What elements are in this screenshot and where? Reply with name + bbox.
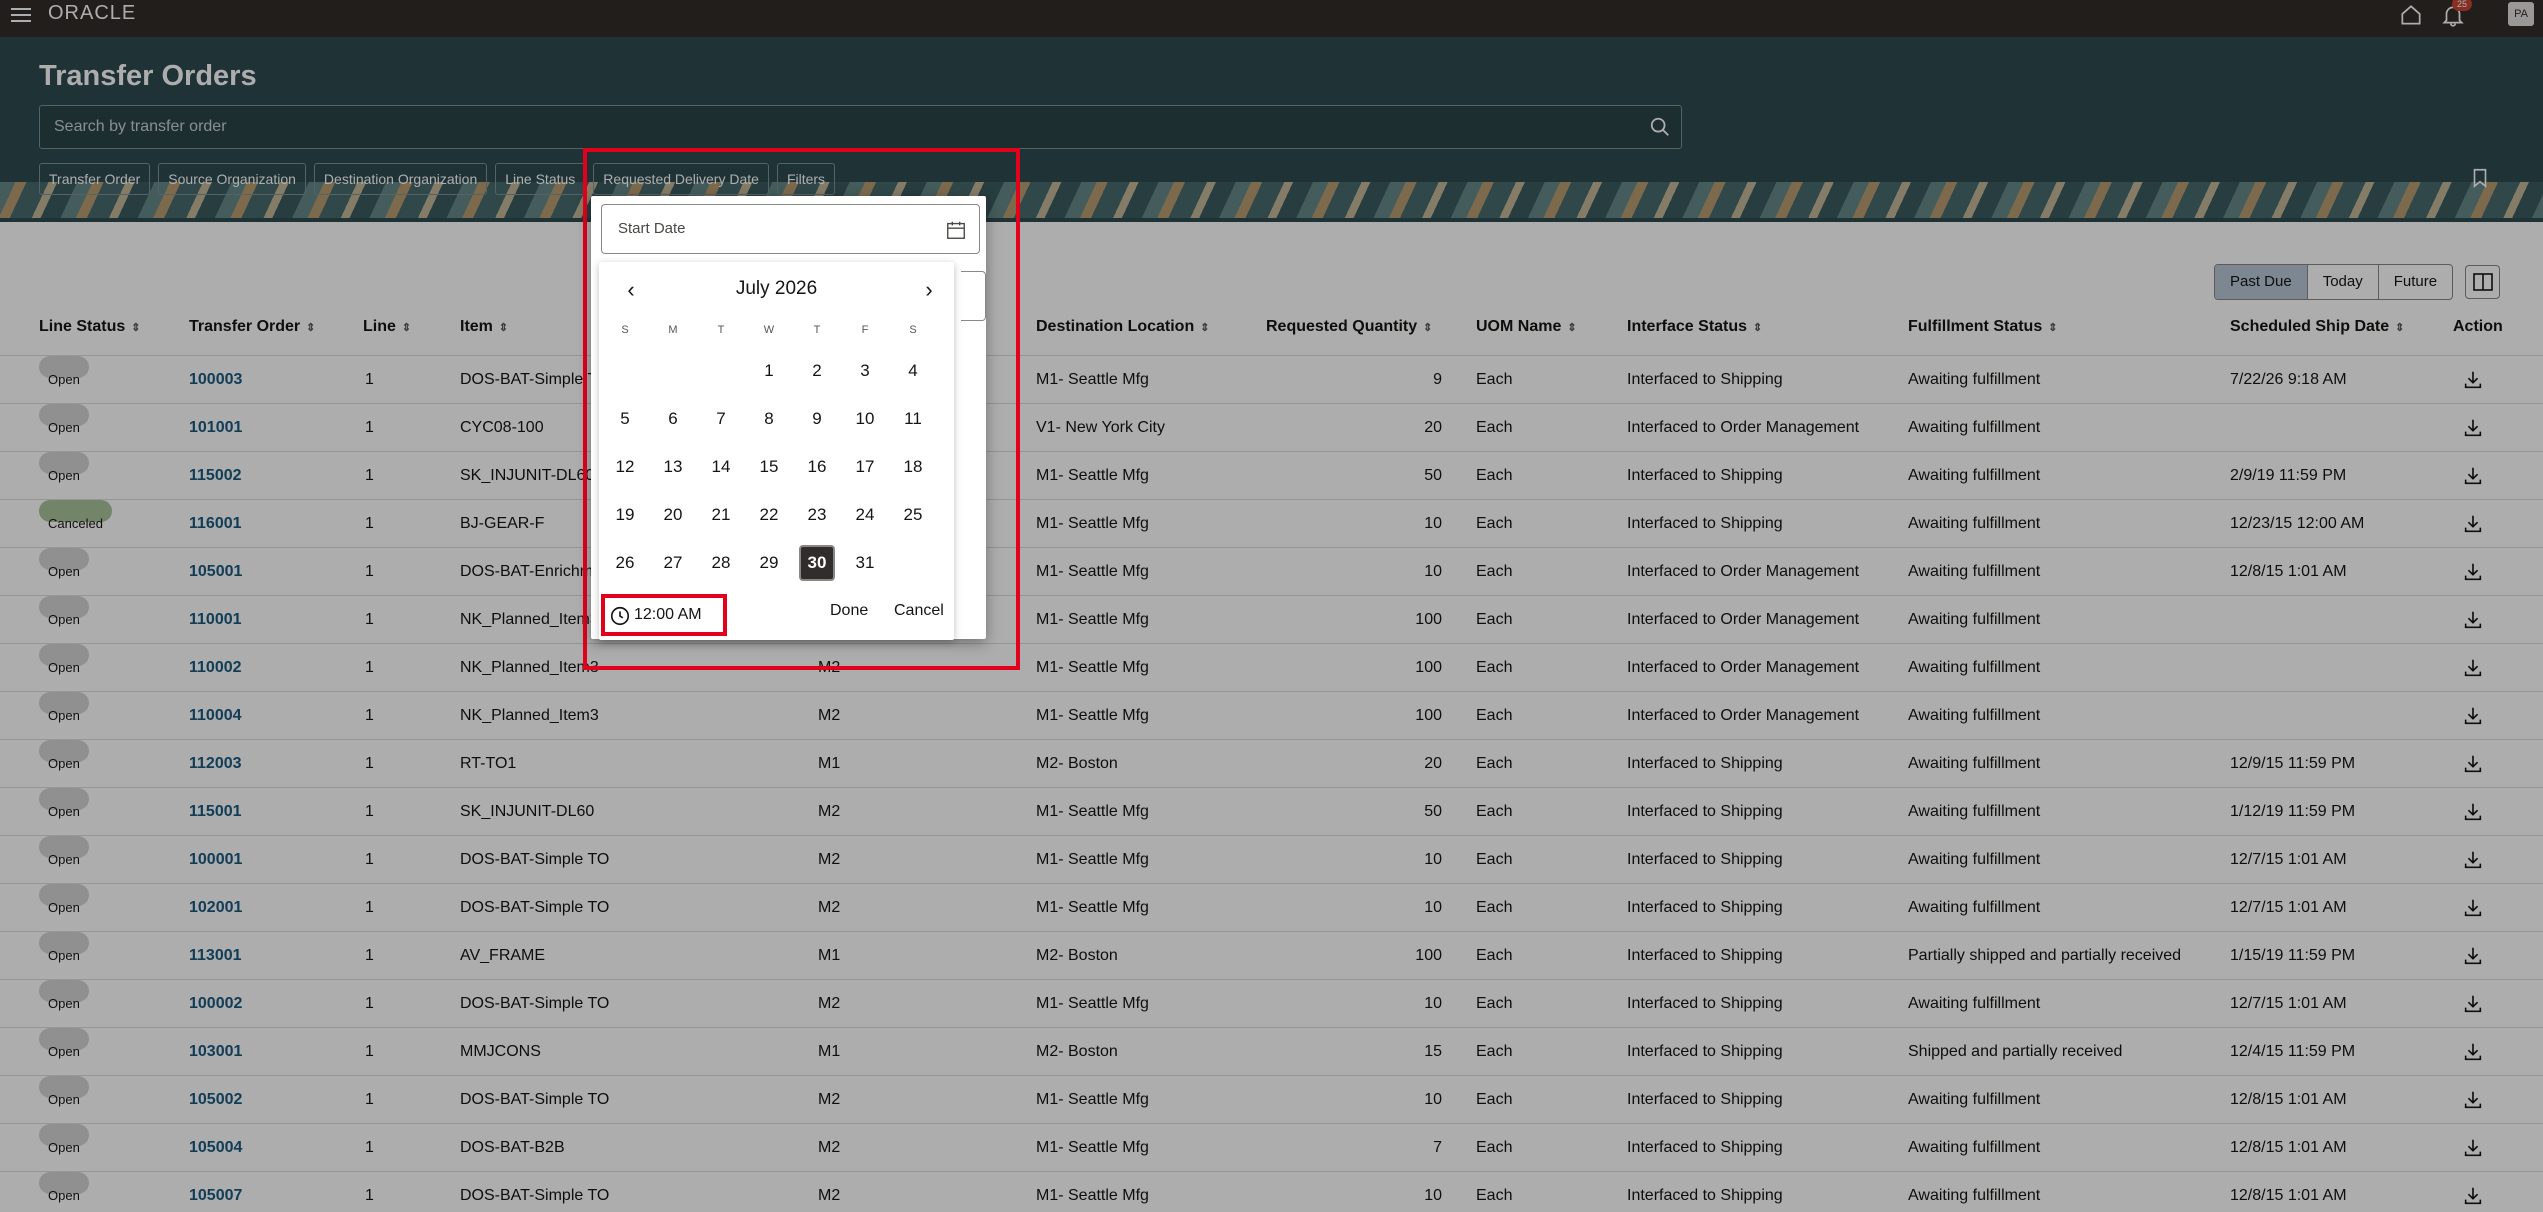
calendar-day[interactable]: 22 — [751, 497, 787, 533]
calendar-day[interactable]: 27 — [655, 545, 691, 581]
calendar-popup: July 2026 ‹ › SMTWTFS 1 2 3 4 5 6 7 8 9 10 11 12 13 1… — [599, 262, 954, 640]
calendar-icon[interactable] — [945, 219, 967, 241]
weekday-label: S — [621, 324, 629, 336]
calendar-day[interactable]: 3 — [847, 353, 883, 389]
calendar-day[interactable]: 1 — [751, 353, 787, 389]
calendar-day[interactable]: 26 — [607, 545, 643, 581]
calendar-day[interactable]: 6 — [655, 401, 691, 437]
weekday-label: M — [668, 324, 678, 336]
calendar-day[interactable]: 11 — [895, 401, 931, 437]
calendar-day[interactable]: 4 — [895, 353, 931, 389]
calendar-day[interactable]: 23 — [799, 497, 835, 533]
calendar-day[interactable]: 24 — [847, 497, 883, 533]
calendar-day[interactable]: 28 — [703, 545, 739, 581]
weekday-label: W — [763, 324, 775, 336]
weekday-label: F — [861, 324, 869, 336]
calendar-day[interactable]: 15 — [751, 449, 787, 485]
calendar-day[interactable]: 13 — [655, 449, 691, 485]
date-range-popup: Start Date July 2026 ‹ › SMTWTFS 1234567… — [591, 196, 986, 640]
time-value: 12:00 AM — [634, 606, 702, 623]
calendar-day[interactable]: 12 — [607, 449, 643, 485]
weekday-label: T — [717, 324, 725, 336]
calendar-day[interactable]: 16 — [799, 449, 835, 485]
calendar-day-selected[interactable]: 30 — [799, 545, 835, 581]
calendar-day[interactable]: 9 — [799, 401, 835, 437]
calendar-day[interactable]: 19 — [607, 497, 643, 533]
calendar-day[interactable]: 25 — [895, 497, 931, 533]
time-selector[interactable]: 12:00 AM — [601, 594, 727, 636]
clock-icon — [610, 606, 630, 626]
modal-overlay — [0, 0, 2543, 1212]
end-date-field[interactable] — [961, 271, 986, 321]
chevron-left-icon[interactable]: ‹ — [617, 276, 645, 304]
cancel-button[interactable]: Cancel — [894, 602, 944, 620]
weekday-label: S — [909, 324, 917, 336]
calendar-day[interactable]: 17 — [847, 449, 883, 485]
calendar-day[interactable]: 31 — [847, 545, 883, 581]
calendar-day[interactable]: 7 — [703, 401, 739, 437]
done-button[interactable]: Done — [830, 602, 868, 620]
calendar-day[interactable]: 29 — [751, 545, 787, 581]
calendar-day[interactable]: 20 — [655, 497, 691, 533]
calendar-day[interactable]: 5 — [607, 401, 643, 437]
calendar-day[interactable]: 14 — [703, 449, 739, 485]
calendar-day[interactable]: 2 — [799, 353, 835, 389]
calendar-day[interactable]: 8 — [751, 401, 787, 437]
weekday-label: T — [813, 324, 821, 336]
calendar-day[interactable]: 10 — [847, 401, 883, 437]
calendar-month-label: July 2026 — [735, 278, 818, 299]
chevron-right-icon[interactable]: › — [915, 276, 943, 304]
start-date-label: Start Date — [618, 220, 686, 237]
start-date-field[interactable]: Start Date — [601, 204, 980, 254]
calendar-day[interactable]: 18 — [895, 449, 931, 485]
calendar-day[interactable]: 21 — [703, 497, 739, 533]
